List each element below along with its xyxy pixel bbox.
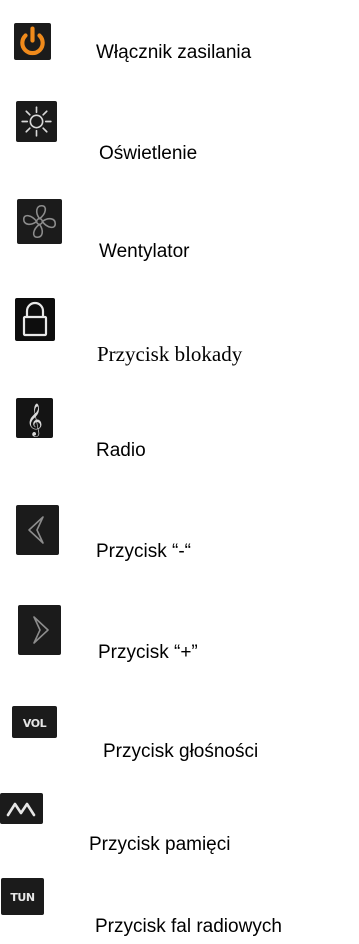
chevron-left-icon	[16, 505, 59, 555]
lock-icon	[15, 298, 55, 341]
chevron-right-icon	[18, 605, 61, 655]
light-icon	[16, 101, 57, 142]
power-icon	[14, 23, 51, 60]
legend-label: Wentylator	[99, 241, 190, 262]
fan-icon	[17, 199, 62, 244]
legend-label: Przycisk “+”	[98, 642, 198, 663]
legend-label: Przycisk fal radiowych	[95, 916, 282, 937]
tuner-icon-text: TUN	[10, 891, 34, 904]
treble-clef-icon: 𝄞	[16, 398, 53, 438]
svg-text:𝄞: 𝄞	[26, 403, 43, 437]
memory-icon	[0, 793, 43, 824]
legend-label: Przycisk pamięci	[89, 834, 231, 855]
volume-icon: VOL	[12, 706, 57, 738]
legend-label: Przycisk “-“	[96, 541, 191, 562]
volume-icon-text: VOL	[23, 717, 47, 730]
legend-label: Włącznik zasilania	[96, 42, 252, 63]
legend-label: Radio	[96, 440, 146, 461]
legend-label: Oświetlenie	[99, 143, 198, 164]
legend-label: Przycisk blokady	[97, 342, 243, 366]
tuner-icon: TUN	[1, 878, 44, 915]
legend-label: Przycisk głośności	[103, 741, 259, 762]
